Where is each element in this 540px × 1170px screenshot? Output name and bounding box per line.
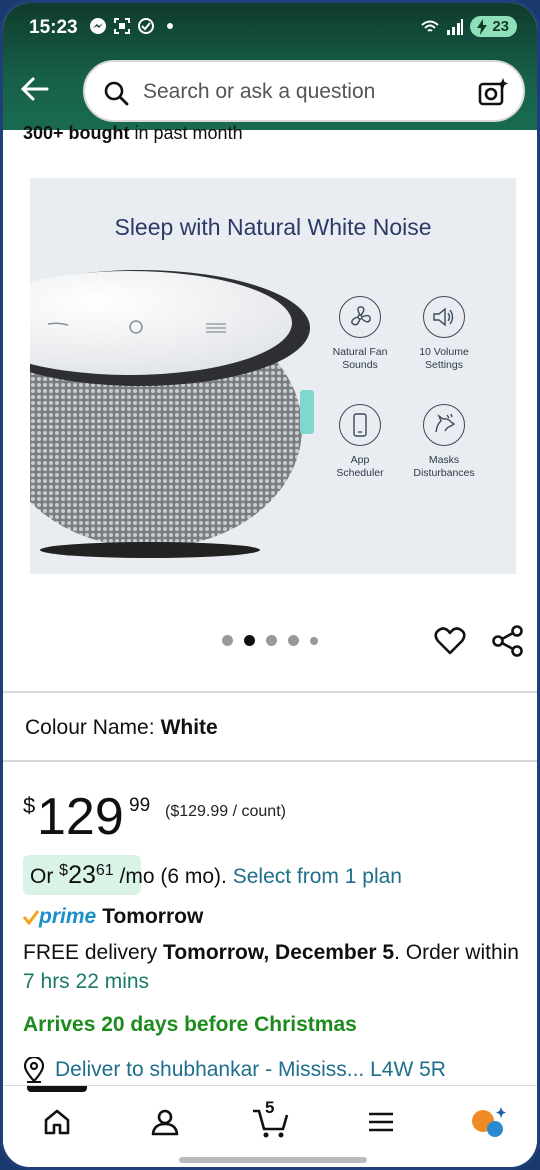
location-pin-icon (23, 1057, 45, 1083)
camera-search-icon[interactable] (477, 76, 509, 108)
notification-icons (89, 17, 179, 35)
nav-cart[interactable]: 5 (251, 1098, 291, 1142)
prime-check-icon (23, 910, 39, 925)
battery-indicator: 23 (470, 16, 517, 37)
phone-icon (339, 404, 381, 446)
status-right: 23 (420, 16, 517, 37)
search-bar[interactable]: Search or ask a question (83, 60, 525, 122)
price-currency: $ (23, 793, 36, 818)
image-carousel-dots[interactable] (222, 635, 318, 646)
carousel-dot-active[interactable] (244, 635, 255, 646)
feature-app-scheduler: App Scheduler (315, 404, 405, 480)
product-image[interactable]: Sleep with Natural White Noise Natural F… (30, 178, 516, 574)
deliver-to-text[interactable]: Deliver to shubhankar - Mississ... L4W 5… (55, 1058, 446, 1082)
fan-icon (339, 296, 381, 338)
price-whole: 129 (37, 788, 124, 846)
colour-selector[interactable]: Colour Name: White (25, 716, 218, 740)
select-plan-link[interactable]: Select from 1 plan (233, 865, 402, 888)
signal-icon (447, 18, 464, 35)
gesture-bar (179, 1157, 367, 1163)
search-icon (104, 81, 129, 106)
charging-icon (477, 19, 488, 35)
section-divider (3, 760, 537, 762)
header-bar: 15:23 23 Search or ask a question (3, 3, 537, 130)
nav-rufus[interactable] (469, 1102, 509, 1142)
white-noise-machine-illustration (30, 270, 314, 558)
deliver-to-location[interactable]: Deliver to shubhankar - Mississ... L4W 5… (23, 1057, 446, 1083)
feature-volume-settings: 10 Volume Settings (399, 296, 489, 372)
nav-menu[interactable] (361, 1102, 401, 1142)
share-icon[interactable] (492, 625, 524, 657)
status-time: 15:23 (29, 17, 78, 38)
carousel-dot[interactable] (288, 635, 299, 646)
battery-level: 23 (492, 18, 509, 35)
status-bar: 15:23 23 (3, 3, 537, 53)
app-frame: 15:23 23 Search or ask a question 300+ b… (0, 0, 540, 1170)
carousel-dot[interactable] (266, 635, 277, 646)
scan-icon (114, 18, 130, 34)
account-icon (151, 1109, 179, 1136)
home-icon (44, 1109, 70, 1135)
prime-label: Tomorrow (102, 905, 204, 928)
unit-price: ($129.99 / count) (165, 803, 286, 820)
rufus-icon (472, 1107, 506, 1137)
feature-natural-fan: Natural Fan Sounds (315, 296, 405, 372)
order-countdown: 7 hrs 22 mins (23, 970, 150, 993)
feature-masks-disturbances: Masks Disturbances (399, 404, 489, 480)
search-placeholder: Search or ask a question (143, 80, 376, 103)
volume-icon (423, 296, 465, 338)
messenger-icon (90, 18, 106, 34)
installment-offer: Or $2361 /mo (6 mo). Select from 1 plan (30, 861, 402, 889)
cart-count: 5 (265, 1098, 275, 1117)
prime-delivery: prime Tomorrow (23, 905, 203, 929)
nav-home[interactable] (37, 1102, 77, 1142)
delivery-info: FREE delivery Tomorrow, December 5. Orde… (23, 941, 519, 993)
check-circle-icon (138, 18, 154, 34)
heart-icon[interactable] (434, 625, 466, 657)
nav-account[interactable] (145, 1102, 185, 1142)
active-tab-indicator (27, 1086, 87, 1092)
carousel-dot[interactable] (310, 636, 318, 645)
wifi-icon (421, 20, 439, 32)
carousel-dot[interactable] (222, 635, 233, 646)
prime-logo: prime (39, 905, 97, 928)
back-arrow-icon[interactable] (19, 73, 51, 105)
section-divider (3, 691, 537, 693)
bought-count: 300+ bought in past month (23, 123, 243, 143)
arrives-before-christmas: Arrives 20 days before Christmas (23, 1013, 357, 1036)
dog-icon (423, 404, 465, 446)
dot-icon (167, 23, 173, 29)
menu-icon (369, 1112, 393, 1132)
price-fraction: 99 (129, 795, 151, 816)
